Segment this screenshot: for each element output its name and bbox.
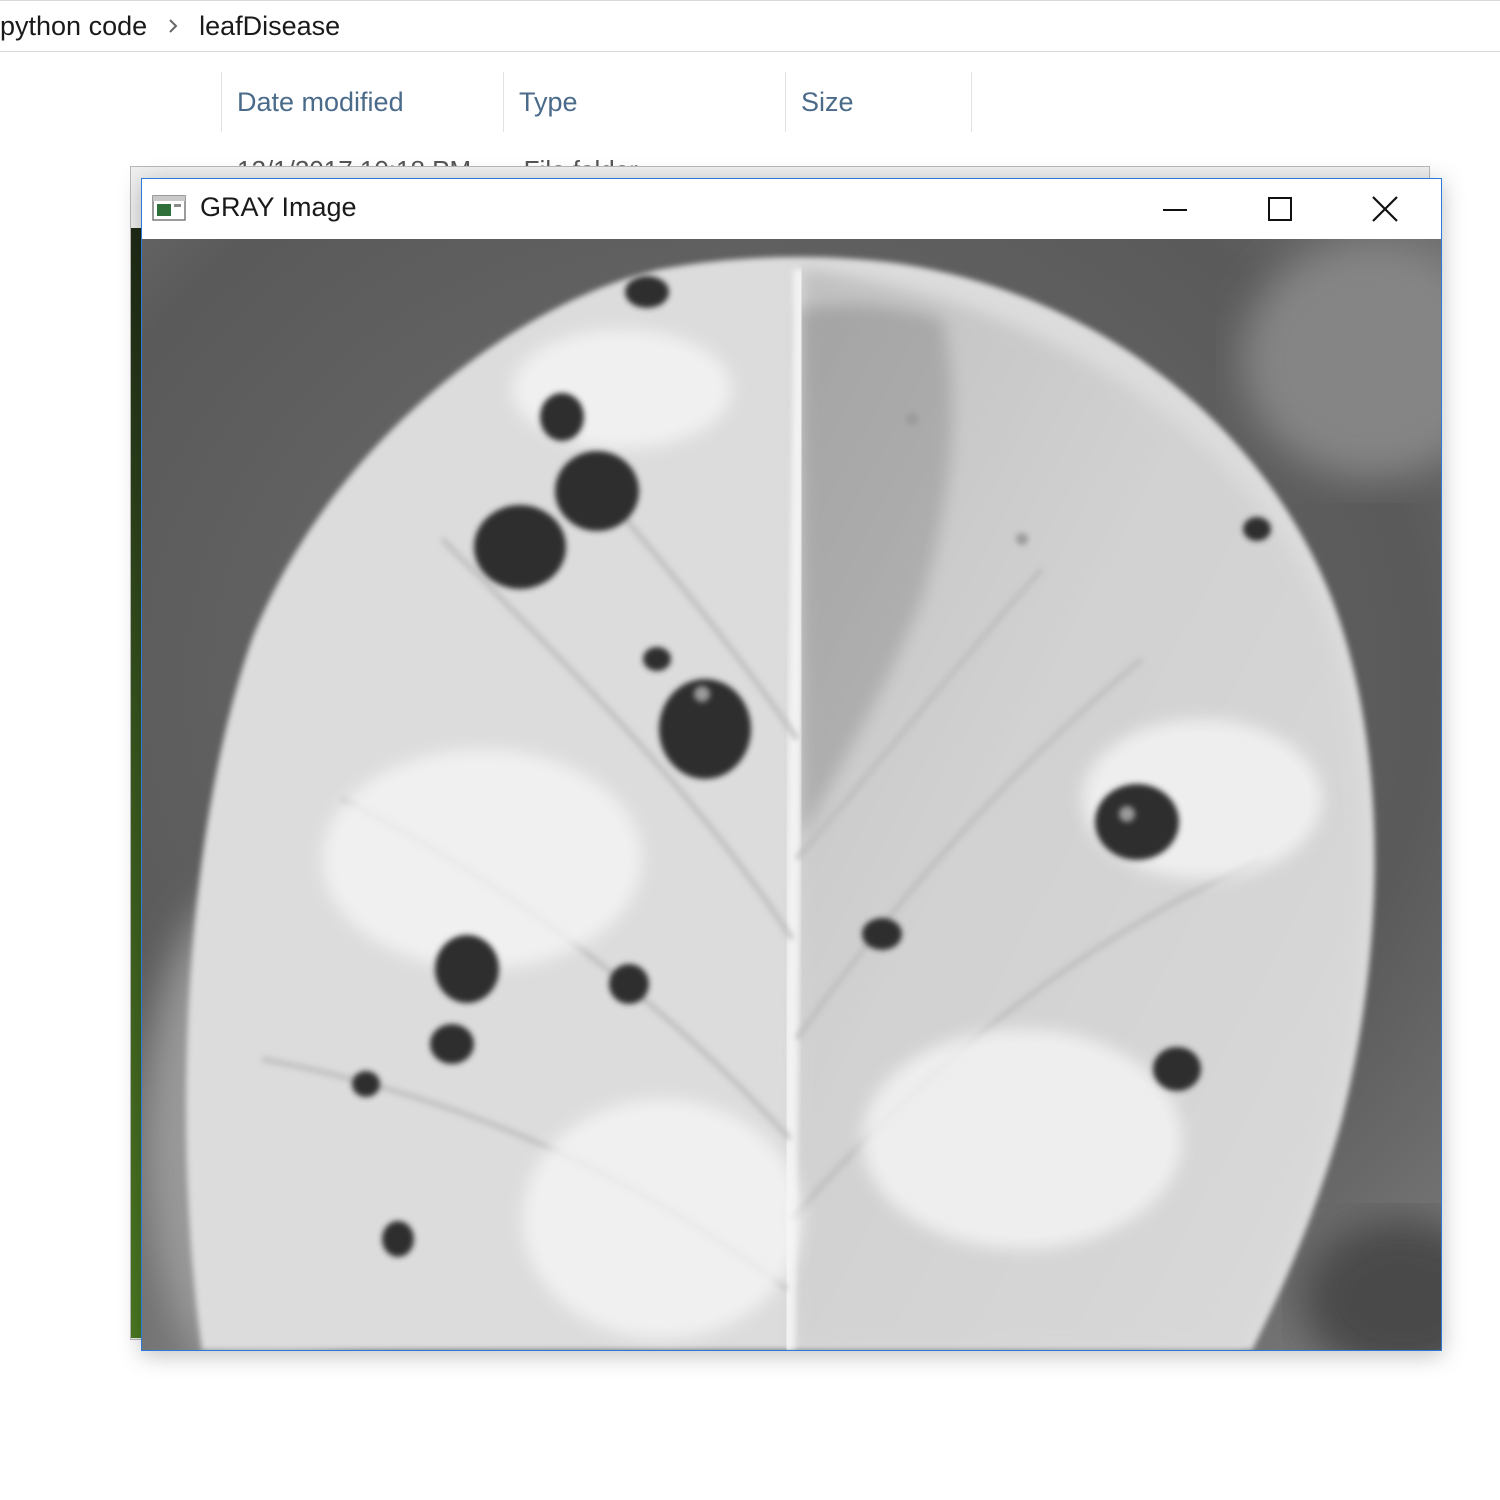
image-canvas[interactable] — [142, 239, 1441, 1350]
gray-image-window[interactable]: GRAY Image — [141, 178, 1442, 1351]
title-bar[interactable]: GRAY Image — [142, 179, 1441, 239]
minimize-button[interactable] — [1122, 179, 1227, 239]
leaf-grayscale-image — [142, 239, 1441, 1350]
close-icon — [1371, 196, 1398, 222]
column-divider — [971, 72, 972, 132]
chevron-right-icon[interactable] — [167, 18, 179, 34]
close-button[interactable] — [1332, 179, 1437, 239]
window-title: GRAY Image — [200, 192, 357, 222]
breadcrumb-item-python-code[interactable]: python code — [0, 11, 147, 42]
minimize-icon — [1162, 209, 1187, 211]
breadcrumb-item-leafdisease[interactable]: leafDisease — [199, 11, 340, 42]
app-window-icon — [152, 194, 186, 222]
breadcrumb: python code leafDisease — [0, 0, 1500, 52]
maximize-button[interactable] — [1227, 179, 1332, 239]
column-header-date-modified[interactable]: Date modified — [221, 72, 503, 132]
maximize-icon — [1267, 197, 1292, 221]
column-header-size[interactable]: Size — [785, 72, 971, 132]
column-header-type[interactable]: Type — [503, 72, 785, 132]
